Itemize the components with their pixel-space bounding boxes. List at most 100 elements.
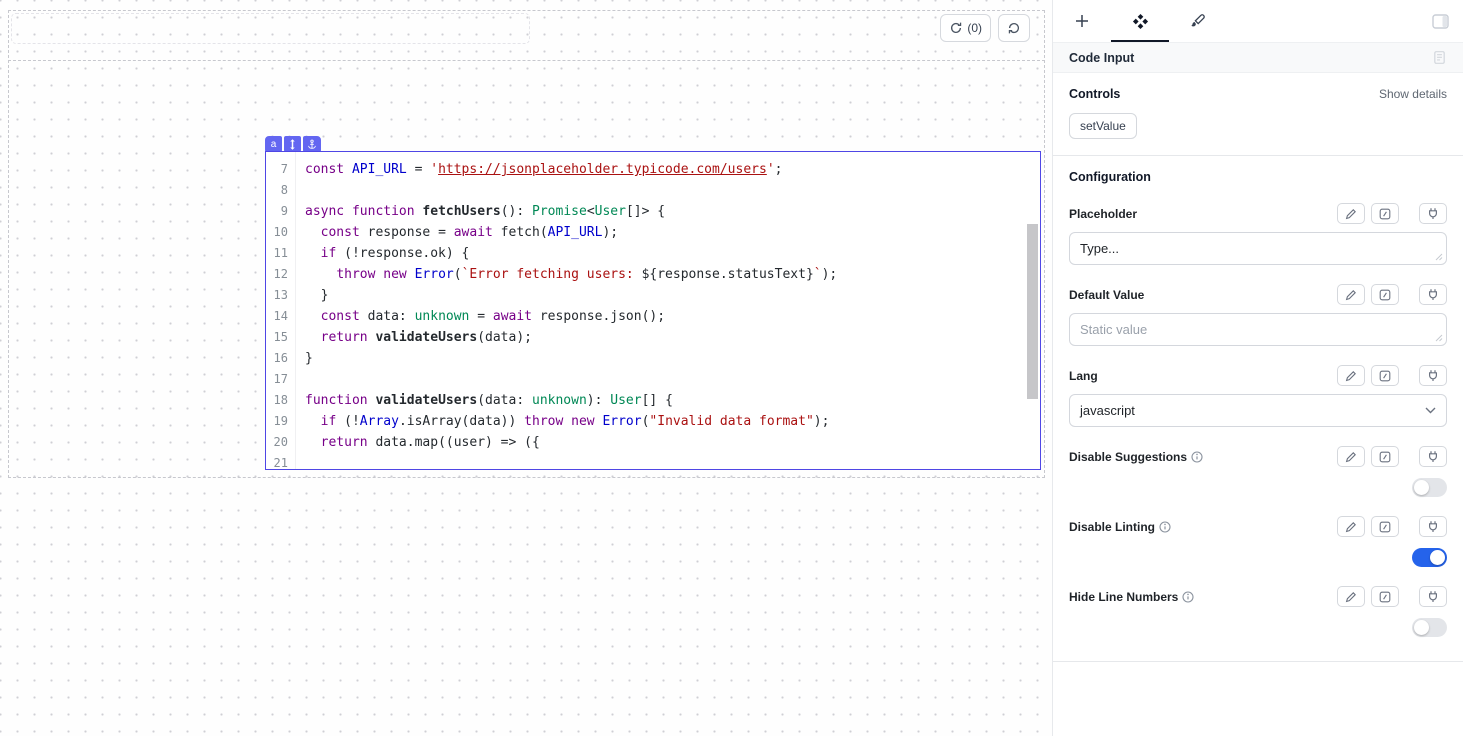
- code-line-text: }: [296, 348, 313, 369]
- chevron-down-icon: [1425, 407, 1436, 414]
- tab-styles[interactable]: [1169, 0, 1227, 42]
- components-icon: [1132, 13, 1149, 30]
- code-line[interactable]: 7const API_URL = 'https://jsonplaceholde…: [266, 159, 1040, 180]
- default-value-input[interactable]: Static value: [1069, 313, 1447, 346]
- code-line-text: const API_URL = 'https://jsonplaceholder…: [296, 159, 782, 180]
- inspector-panel: Code Input Controls Show details setValu…: [1052, 0, 1463, 736]
- code-line-text: if (!Array.isArray(data)) throw new Erro…: [296, 411, 829, 432]
- field-default-value: Default Value Static value: [1069, 284, 1447, 346]
- code-line[interactable]: 20 return data.map((user) => ({: [266, 432, 1040, 453]
- code-line-text: if (!response.ok) {: [296, 243, 469, 264]
- field-hide-line-numbers: Hide Line Numbers: [1069, 586, 1447, 637]
- code-line[interactable]: 9async function fetchUsers(): Promise<Us…: [266, 201, 1040, 222]
- placeholder-input[interactable]: Type...: [1069, 232, 1447, 265]
- canvas-header-slot-outline: [11, 13, 530, 44]
- code-line-text: const data: unknown = await response.jso…: [296, 306, 665, 327]
- lang-select[interactable]: javascript: [1069, 394, 1447, 427]
- line-number: 13: [266, 285, 296, 306]
- code-line[interactable]: 15 return validateUsers(data);: [266, 327, 1040, 348]
- disable-linting-toggle[interactable]: [1412, 548, 1447, 567]
- drag-handle-icon[interactable]: [284, 136, 301, 152]
- connect-button[interactable]: [1419, 446, 1447, 467]
- tab-insert[interactable]: [1053, 0, 1111, 42]
- code-line[interactable]: 17: [266, 369, 1040, 390]
- code-line[interactable]: 14 const data: unknown = await response.…: [266, 306, 1040, 327]
- edit-button[interactable]: [1337, 516, 1365, 537]
- line-number: 15: [266, 327, 296, 348]
- connect-button[interactable]: [1419, 586, 1447, 607]
- disable-suggestions-toggle[interactable]: [1412, 478, 1447, 497]
- refresh-state-button[interactable]: (0): [940, 14, 991, 42]
- edit-button[interactable]: [1337, 446, 1365, 467]
- code-line[interactable]: 19 if (!Array.isArray(data)) throw new E…: [266, 411, 1040, 432]
- code-line[interactable]: 10 const response = await fetch(API_URL)…: [266, 222, 1040, 243]
- line-number: 16: [266, 348, 296, 369]
- app-root: (0) a 67const API_URL = 'https://jsonpla…: [0, 0, 1463, 736]
- hide-line-numbers-toggle[interactable]: [1412, 618, 1447, 637]
- editor-canvas[interactable]: (0) a 67const API_URL = 'https://jsonpla…: [0, 0, 1052, 736]
- canvas-section-divider: [8, 60, 1045, 61]
- field-label: Hide Line Numbers: [1069, 590, 1178, 604]
- line-number: 20: [266, 432, 296, 453]
- code-line[interactable]: 18function validateUsers(data: unknown):…: [266, 390, 1040, 411]
- field-placeholder: Placeholder Type...: [1069, 203, 1447, 265]
- component-title: Code Input: [1069, 51, 1134, 65]
- edit-button[interactable]: [1337, 586, 1365, 607]
- code-box-button[interactable]: [1371, 446, 1399, 467]
- code-line[interactable]: 13 }: [266, 285, 1040, 306]
- code-line-text: async function fetchUsers(): Promise<Use…: [296, 201, 665, 222]
- code-box-button[interactable]: [1371, 516, 1399, 537]
- info-icon: [1191, 451, 1203, 463]
- line-number: 12: [266, 264, 296, 285]
- refresh-icon: [949, 21, 963, 35]
- edit-button[interactable]: [1337, 203, 1365, 224]
- code-box-button[interactable]: [1371, 586, 1399, 607]
- connect-button[interactable]: [1419, 365, 1447, 386]
- code-box-button[interactable]: [1371, 203, 1399, 224]
- tab-components[interactable]: [1111, 0, 1169, 42]
- code-line-text: return data.map((user) => ({: [296, 432, 540, 453]
- code-box-button[interactable]: [1371, 365, 1399, 386]
- connect-button[interactable]: [1419, 284, 1447, 305]
- component-badge[interactable]: a: [265, 136, 282, 152]
- edit-button[interactable]: [1337, 284, 1365, 305]
- field-label: Disable Suggestions: [1069, 450, 1187, 464]
- code-line[interactable]: 6: [266, 152, 1040, 159]
- code-line[interactable]: 8: [266, 180, 1040, 201]
- reset-state-button[interactable]: [998, 14, 1030, 42]
- refresh-counter: (0): [967, 21, 982, 35]
- code-line[interactable]: 21: [266, 453, 1040, 469]
- resize-handle-icon[interactable]: [1435, 253, 1443, 261]
- line-number: 10: [266, 222, 296, 243]
- history-icon: [1007, 21, 1021, 35]
- connect-button[interactable]: [1419, 516, 1447, 537]
- line-number: 7: [266, 159, 296, 180]
- configuration-section: Configuration Placeholder Type...: [1053, 156, 1463, 662]
- collapse-panel-icon[interactable]: [1432, 14, 1449, 29]
- line-number: 11: [266, 243, 296, 264]
- code-line[interactable]: 11 if (!response.ok) {: [266, 243, 1040, 264]
- setvalue-control-button[interactable]: setValue: [1069, 113, 1137, 139]
- code-input-component[interactable]: 67const API_URL = 'https://jsonplacehold…: [265, 151, 1041, 470]
- field-label: Placeholder: [1069, 207, 1137, 221]
- controls-section: Controls Show details setValue: [1053, 73, 1463, 139]
- field-label: Lang: [1069, 369, 1098, 383]
- code-line-text: function validateUsers(data: unknown): U…: [296, 390, 673, 411]
- configuration-title: Configuration: [1069, 170, 1447, 184]
- code-editor[interactable]: 67const API_URL = 'https://jsonplacehold…: [266, 152, 1040, 469]
- controls-title: Controls: [1069, 87, 1120, 101]
- connect-button[interactable]: [1419, 203, 1447, 224]
- plus-icon: [1074, 13, 1090, 29]
- edit-button[interactable]: [1337, 365, 1365, 386]
- docs-icon[interactable]: [1432, 50, 1447, 65]
- code-line[interactable]: 12 throw new Error(`Error fetching users…: [266, 264, 1040, 285]
- resize-handle-icon[interactable]: [1435, 334, 1443, 342]
- code-line[interactable]: 16}: [266, 348, 1040, 369]
- component-header-bar: Code Input: [1053, 42, 1463, 73]
- show-details-link[interactable]: Show details: [1379, 87, 1447, 101]
- code-line-text: [296, 180, 305, 201]
- anchor-icon[interactable]: [303, 136, 321, 152]
- info-icon: [1159, 521, 1171, 533]
- editor-scrollbar-thumb[interactable]: [1027, 224, 1038, 399]
- code-box-button[interactable]: [1371, 284, 1399, 305]
